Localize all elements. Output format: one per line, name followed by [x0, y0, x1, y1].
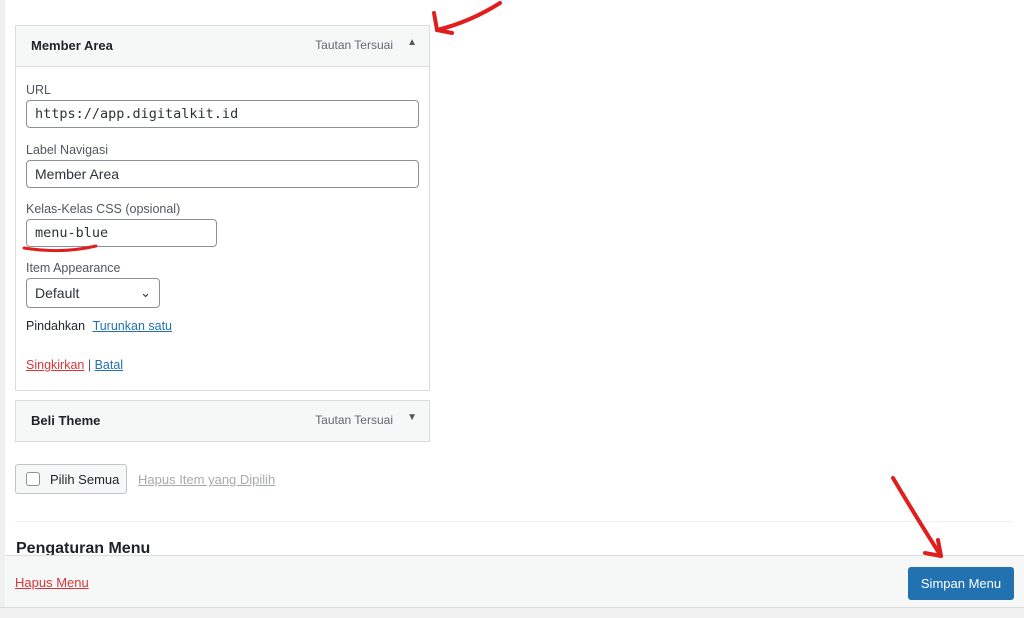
- menu-item-type: Tautan Tersuai: [315, 38, 393, 52]
- delete-menu-link[interactable]: Hapus Menu: [15, 575, 89, 590]
- remove-selected-link[interactable]: Hapus Item yang Dipilih: [138, 472, 275, 487]
- menu-item-title: Beli Theme: [31, 413, 101, 428]
- cancel-link[interactable]: Batal: [95, 358, 124, 372]
- divider: [15, 521, 1013, 522]
- remove-item-link[interactable]: Singkirkan: [26, 358, 84, 372]
- arrow-up-icon[interactable]: ▲: [407, 37, 417, 48]
- css-classes-input[interactable]: menu-blue: [26, 219, 217, 247]
- item-actions: Singkirkan | Batal: [26, 358, 123, 372]
- item-appearance-select[interactable]: Default ⌄: [26, 278, 160, 308]
- url-input[interactable]: https://app.digitalkit.id: [26, 100, 419, 128]
- menu-item-beli-theme: Beli Theme Tautan Tersuai ▼: [15, 400, 430, 442]
- select-all-button[interactable]: Pilih Semua: [15, 464, 127, 494]
- menu-footer: Hapus Menu Simpan Menu: [5, 555, 1024, 608]
- select-all-checkbox[interactable]: [26, 472, 40, 486]
- menu-item-handle[interactable]: Beli Theme Tautan Tersuai ▼: [16, 401, 429, 441]
- chevron-down-icon: ⌄: [140, 285, 151, 300]
- nav-label-label: Label Navigasi: [26, 143, 108, 157]
- arrow-down-icon[interactable]: ▼: [407, 412, 417, 423]
- css-classes-label: Kelas-Kelas CSS (opsional): [26, 202, 181, 216]
- save-menu-button[interactable]: Simpan Menu: [908, 567, 1014, 600]
- menu-item-title: Member Area: [31, 38, 113, 53]
- menu-item-settings: URL https://app.digitalkit.id Label Navi…: [16, 66, 429, 390]
- menu-item-handle[interactable]: Member Area Tautan Tersuai ▲: [16, 26, 429, 66]
- menu-item-type: Tautan Tersuai: [315, 413, 393, 427]
- select-all-label: Pilih Semua: [50, 472, 120, 487]
- action-separator: |: [87, 358, 92, 372]
- move-row: Pindahkan Turunkan satu: [26, 319, 172, 333]
- item-appearance-label: Item Appearance: [26, 261, 121, 275]
- move-label: Pindahkan: [26, 319, 86, 333]
- nav-label-input[interactable]: Member Area: [26, 160, 419, 188]
- bottom-scroll-strip: [0, 607, 1024, 618]
- item-appearance-value: Default: [35, 285, 80, 301]
- move-down-link[interactable]: Turunkan satu: [93, 319, 172, 333]
- url-label: URL: [26, 83, 52, 97]
- menu-item-member-area: Member Area Tautan Tersuai ▲ URL https:/…: [15, 25, 430, 391]
